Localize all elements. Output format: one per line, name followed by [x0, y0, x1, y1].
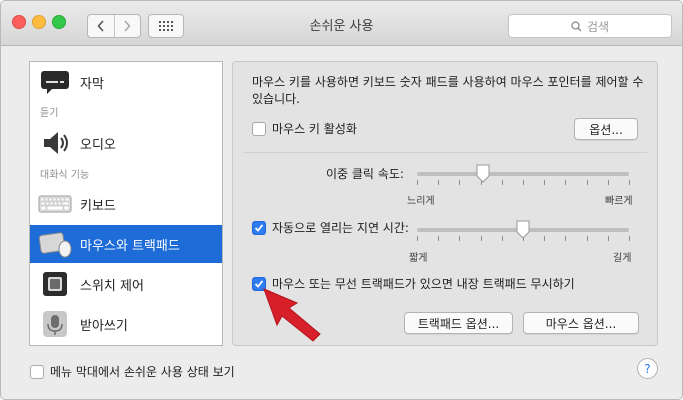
- switch-control-icon: [38, 269, 72, 299]
- help-button[interactable]: ?: [637, 358, 658, 379]
- slider-tick: [586, 180, 588, 185]
- sidebar-item-label: 오디오: [80, 137, 116, 153]
- slider-tick: [607, 236, 609, 241]
- sidebar-item-label: 자막: [80, 76, 104, 92]
- keyboard-icon: [38, 189, 72, 219]
- slider-tick: [544, 236, 546, 241]
- double-click-speed-track[interactable]: [417, 172, 629, 176]
- slider-tick: [438, 180, 440, 185]
- slider-tick: [586, 236, 588, 241]
- sidebar-group-header-hearing: 듣기: [40, 108, 59, 119]
- mouse-trackpad-icon: [38, 229, 72, 259]
- slider-tick: [565, 236, 567, 241]
- slider-tick: [480, 236, 482, 241]
- menu-bar-status-checkbox[interactable]: [30, 364, 44, 379]
- spring-loading-long-label: 길게: [613, 253, 632, 264]
- mouse-keys-checkbox-row[interactable]: 마우스 키 활성화: [252, 120, 357, 137]
- divider: [243, 152, 647, 153]
- spring-loading-checkbox-row[interactable]: 자동으로 열리는 지연 시간:: [252, 219, 409, 236]
- spring-loading-delay-slider[interactable]: [515, 220, 531, 240]
- slider-tick: [459, 180, 461, 185]
- slider-tick: [459, 236, 461, 241]
- trackpad-options-button[interactable]: 트랙패드 옵션...: [404, 312, 513, 334]
- mouse-keys-options-button[interactable]: 옵션...: [574, 118, 638, 140]
- mouse-keys-description: 마우스 키를 사용하면 키보드 숫자 패드를 사용하여 마우스 포인터를 제어할…: [252, 75, 644, 106]
- double-click-fast-label: 빠르게: [605, 196, 633, 207]
- slider-tick: [523, 180, 524, 185]
- sidebar-item-audio[interactable]: 오디오: [30, 124, 222, 162]
- search-field[interactable]: 검색: [508, 14, 672, 38]
- accessibility-sidebar: 자막 듣기 오디오 대화식 기능 키보드 마우스와 트랙패드 스위치 제어 받아…: [29, 61, 223, 346]
- slider-tick: [544, 180, 546, 185]
- slider-tick: [501, 180, 503, 185]
- checkmark-icon: [254, 279, 264, 288]
- captions-icon: [38, 67, 72, 97]
- sidebar-item-captions[interactable]: 자막: [30, 63, 222, 101]
- search-icon: [571, 20, 582, 31]
- microphone-icon: [38, 309, 72, 339]
- sidebar-item-dictation[interactable]: 받아쓰기: [30, 305, 222, 343]
- double-click-speed-label: 이중 클릭 속도:: [326, 167, 404, 181]
- mouse-keys-label: 마우스 키 활성화: [272, 122, 357, 136]
- double-click-speed-slider[interactable]: [475, 164, 491, 184]
- slider-tick: [417, 236, 418, 241]
- double-click-slow-label: 느리게: [407, 196, 435, 207]
- slider-tick: [607, 180, 609, 185]
- spring-loading-label: 자동으로 열리는 지연 시간:: [272, 221, 409, 235]
- slider-tick: [629, 236, 630, 241]
- sidebar-item-label: 받아쓰기: [80, 318, 128, 334]
- sidebar-item-switch-control[interactable]: 스위치 제어: [30, 265, 222, 303]
- spring-loading-short-label: 짧게: [409, 253, 428, 264]
- slider-tick: [501, 236, 503, 241]
- slider-tick: [629, 180, 630, 185]
- title-bar: 손쉬운 사용 검색: [1, 1, 682, 46]
- slider-tick: [438, 236, 440, 241]
- menu-bar-status-label: 메뉴 막대에서 손쉬운 사용 상태 보기: [50, 365, 235, 379]
- sidebar-item-keyboard[interactable]: 키보드: [30, 185, 222, 223]
- mouse-keys-checkbox[interactable]: [252, 121, 266, 136]
- sidebar-item-mouse-trackpad[interactable]: 마우스와 트랙패드: [30, 225, 222, 263]
- sidebar-item-label: 스위치 제어: [80, 278, 144, 294]
- sidebar-item-label: 키보드: [80, 198, 116, 214]
- search-placeholder: 검색: [586, 19, 610, 34]
- checkmark-icon: [254, 223, 264, 232]
- menu-bar-status-checkbox-row[interactable]: 메뉴 막대에서 손쉬운 사용 상태 보기: [30, 363, 235, 380]
- sidebar-item-label: 마우스와 트랙패드: [80, 238, 180, 254]
- red-arrow-annotation: [263, 288, 321, 342]
- mouse-options-button[interactable]: 마우스 옵션...: [523, 312, 639, 334]
- preferences-window: 손쉬운 사용 검색 자막 듣기 오디오 대화식 기능 키보드 마우스와 트랙패드…: [0, 0, 683, 400]
- slider-tick: [565, 180, 567, 185]
- slider-tick: [417, 180, 418, 185]
- speaker-icon: [38, 128, 72, 158]
- sidebar-group-header-interaction: 대화식 기능: [40, 170, 90, 181]
- spring-loading-checkbox[interactable]: [252, 220, 266, 235]
